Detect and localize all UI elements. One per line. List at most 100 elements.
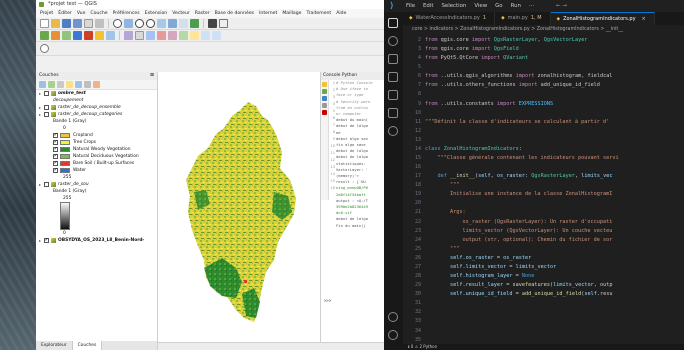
delete-feature-icon[interactable]: [157, 31, 166, 40]
menu-item[interactable]: File: [406, 3, 415, 9]
layout-manager-icon[interactable]: [95, 19, 104, 28]
layer-tree-item[interactable]: decoupement: [36, 97, 157, 104]
python-console-output[interactable]: # Python Console # Use iface to face or ty…: [336, 80, 384, 310]
collapse-all-icon[interactable]: [84, 81, 91, 88]
testing-icon[interactable]: [388, 108, 398, 118]
digitize-tool-icon[interactable]: [135, 31, 144, 40]
layer-tree-item[interactable]: Cropland: [36, 132, 157, 139]
zoom-last-icon[interactable]: [179, 19, 188, 28]
expand-all-icon[interactable]: [75, 81, 82, 88]
layer-tree-item[interactable]: 255: [36, 195, 157, 202]
vscode-status-bar[interactable]: ℹ 0 ⚠ 2 Python: [384, 344, 684, 350]
add-postgis-icon[interactable]: [73, 31, 82, 40]
back-forward-arrows-icon[interactable]: ← →: [556, 3, 567, 9]
code-editor[interactable]: 2 3 4 5 6 7 8 9 10 11 12 13 14 15 16 17 18 19 20 21 22 23 24 25…: [403, 36, 684, 344]
python-console-icon[interactable]: [106, 31, 115, 40]
search-icon[interactable]: [388, 36, 398, 46]
editor-tab[interactable]: ◆ main.py 1, M: [495, 12, 551, 25]
class-visibility-checkbox[interactable]: [53, 139, 58, 146]
layer-tree-item[interactable]: 0: [36, 230, 157, 237]
menu-item[interactable]: Préférences: [113, 9, 140, 18]
menu-item[interactable]: Go: [495, 3, 502, 9]
menu-item[interactable]: ···: [529, 3, 534, 9]
remote-icon[interactable]: [388, 126, 398, 136]
remove-layer-icon[interactable]: [93, 81, 100, 88]
open-folder-icon[interactable]: [51, 19, 60, 28]
menu-item[interactable]: Vecteur: [172, 9, 190, 18]
menu-item[interactable]: Internet: [259, 9, 277, 18]
zoom-layer-icon[interactable]: [168, 19, 177, 28]
menu-item[interactable]: Aide: [336, 9, 346, 18]
close-tab-icon[interactable]: ×: [642, 13, 646, 26]
add-vector-layer-icon[interactable]: [40, 31, 49, 40]
refresh-icon[interactable]: [190, 19, 199, 28]
settings-icon[interactable]: [322, 103, 327, 108]
new-print-layout-icon[interactable]: [84, 19, 93, 28]
zoom-in-icon[interactable]: [135, 19, 144, 28]
layer-tree-item[interactable]: ▸OBSYDYA_OS_2023_L8_Benin-Nord-: [36, 237, 157, 244]
pan-icon[interactable]: [113, 19, 122, 28]
map-canvas[interactable]: [158, 72, 320, 342]
explorer-icon[interactable]: [388, 18, 398, 28]
layer-tree-item[interactable]: ▸ raster_de_decoup_categories: [36, 111, 157, 118]
layer-tree-item[interactable]: Natural Deciduous Vegetation: [36, 153, 157, 160]
layer-tree-item[interactable]: Bande 1 (Gray): [36, 118, 157, 125]
filter-legend-icon[interactable]: [66, 81, 73, 88]
digitize-icon[interactable]: [84, 31, 93, 40]
panel-tab[interactable]: Explorateur: [36, 341, 73, 350]
layer-tree-item[interactable]: Tree Crops: [36, 139, 157, 146]
menu-item[interactable]: Traitement: [306, 9, 331, 18]
menu-item[interactable]: Edit: [423, 3, 433, 9]
layer-visibility-checkbox[interactable]: [44, 105, 49, 110]
zoom-out-icon[interactable]: [146, 19, 155, 28]
save-as-icon[interactable]: [73, 19, 82, 28]
clear-console-icon[interactable]: [322, 82, 327, 87]
menu-item[interactable]: Maillage: [282, 9, 301, 18]
add-raster-layer-icon[interactable]: [51, 31, 60, 40]
layer-tree-item[interactable]: Bande 1 (Gray): [36, 188, 157, 195]
menu-item[interactable]: View: [474, 3, 487, 9]
identify-icon[interactable]: [208, 19, 217, 28]
layer-tree-item[interactable]: ▸ raster_de_sou: [36, 181, 157, 188]
class-visibility-checkbox[interactable]: [53, 167, 58, 174]
layer-tree-item[interactable]: ▸ raster_de_decoup_ensemble: [36, 104, 157, 111]
source-control-icon[interactable]: [388, 54, 398, 64]
layer-visibility-checkbox[interactable]: [44, 112, 49, 117]
help-icon[interactable]: [322, 110, 327, 115]
menu-item[interactable]: Projet: [40, 9, 53, 18]
copy-features-icon[interactable]: [179, 31, 188, 40]
menu-item[interactable]: Vue: [77, 9, 86, 18]
layer-tree-item[interactable]: 0: [36, 125, 157, 132]
run-debug-icon[interactable]: [388, 72, 398, 82]
redo-icon[interactable]: [212, 31, 221, 40]
account-icon[interactable]: [388, 312, 398, 322]
pan-to-selection-icon[interactable]: [124, 19, 133, 28]
menu-item[interactable]: Selection: [441, 3, 466, 9]
layer-visibility-checkbox[interactable]: [44, 91, 49, 96]
menu-item[interactable]: Run: [511, 3, 521, 9]
menu-item[interactable]: Base de données: [215, 9, 254, 18]
new-shapefile-icon[interactable]: [95, 31, 104, 40]
manage-map-themes-icon[interactable]: [57, 81, 64, 88]
layer-style-icon[interactable]: [39, 81, 46, 88]
cut-features-icon[interactable]: [168, 31, 177, 40]
editor-tab[interactable]: ◆ WaterAccessIndicators.py 1: [403, 12, 496, 25]
zoom-full-icon[interactable]: [157, 19, 166, 28]
layer-tree-item[interactable]: Bare Soil / Built-up Surfaces: [36, 160, 157, 167]
add-group-icon[interactable]: [48, 81, 55, 88]
menu-item[interactable]: Éditer: [58, 9, 72, 18]
paste-features-icon[interactable]: [190, 31, 199, 40]
vertex-tool-icon[interactable]: [146, 31, 155, 40]
editor-tab[interactable]: ◆ ZonalHistogramIndicators.py ×: [550, 12, 655, 26]
layer-tree-item[interactable]: 255: [36, 174, 157, 181]
breadcrumb[interactable]: core > indicators > ZonalHistogramIndica…: [403, 25, 684, 35]
show-editor-icon[interactable]: [322, 96, 327, 101]
undo-icon[interactable]: [201, 31, 210, 40]
run-command-icon[interactable]: [322, 89, 327, 94]
close-icon[interactable]: ⊠: [150, 72, 154, 80]
menu-item[interactable]: Couche: [90, 9, 107, 18]
panel-tab[interactable]: Couches: [72, 341, 103, 350]
layer-tree-item[interactable]: ▸ ombre_test: [36, 90, 157, 97]
python-console-prompt[interactable]: >>>: [324, 298, 331, 303]
manage-gear-icon[interactable]: [388, 330, 398, 340]
